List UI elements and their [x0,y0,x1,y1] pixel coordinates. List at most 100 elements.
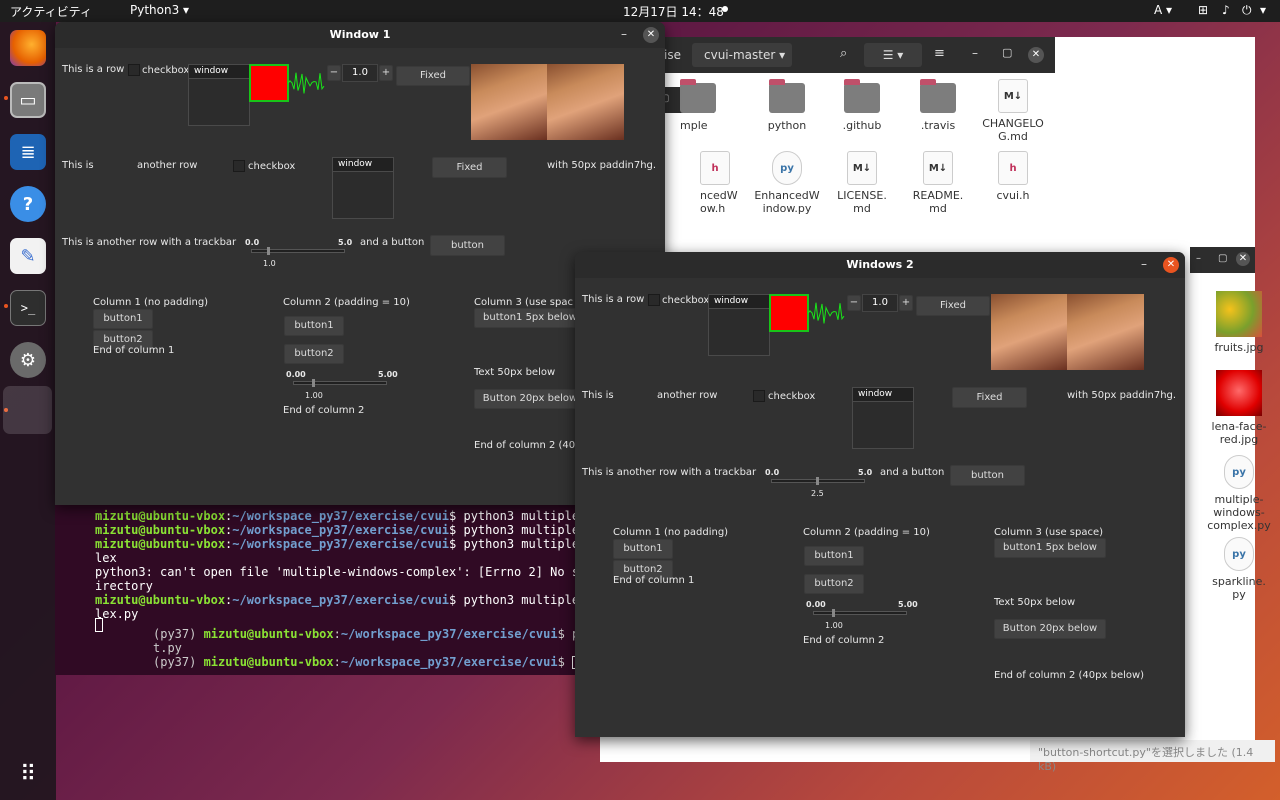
network-icon[interactable]: ⊞ [1198,3,1208,17]
fixed-button[interactable]: Fixed [916,296,990,316]
text-editor-icon[interactable]: ✎ [10,238,46,274]
minimize-icon[interactable]: – [1196,253,1201,264]
file-item[interactable]: h cvui.h [978,151,1048,202]
minimize-icon[interactable]: – [621,27,627,41]
trackbar-handle[interactable] [312,379,315,387]
files-icon[interactable]: ▭ [10,82,46,118]
file-item[interactable]: py EnhancedW indow.py [752,151,822,215]
trackbar[interactable] [293,381,387,385]
counter-minus-button[interactable]: − [847,295,861,311]
file-item[interactable]: M↓ CHANGELO G.md [978,79,1048,143]
column3-button2[interactable]: Button 20px below [994,619,1106,639]
path-segment[interactable]: ise [664,48,681,62]
file-item[interactable]: fruits.jpg [1204,291,1274,354]
search-icon[interactable]: ⌕ [840,46,847,61]
terminal-window[interactable]: mizutu@ubuntu-vbox:~/workspace_py37/exer… [55,495,615,675]
padding-label: with 50px paddin7hg. [547,160,657,171]
column1-button1[interactable]: button1 [613,539,673,559]
column3-button2[interactable]: Button 20px below [474,389,586,409]
writer-icon[interactable]: ≣ [10,134,46,170]
minimize-icon[interactable]: – [972,46,978,60]
help-icon[interactable]: ? [10,186,46,222]
file-item[interactable]: py sparkline. py [1204,537,1274,601]
system-menu-icon[interactable]: ▾ [1260,3,1266,17]
app-menu[interactable]: Python3 ▾ [130,3,189,17]
menu-icon[interactable]: ≡ [934,46,945,61]
close-icon[interactable]: ✕ [643,27,659,43]
column2-button2[interactable]: button2 [804,574,864,594]
mini-window[interactable]: window [188,64,250,126]
settings-icon[interactable]: ⚙ [10,342,46,378]
maximize-icon[interactable]: ▢ [1218,253,1227,264]
fixed-button[interactable]: Fixed [952,387,1027,408]
row-label: This is another row with a trackbar [582,467,757,478]
close-icon[interactable]: ✕ [1163,257,1179,273]
checkbox[interactable] [753,390,765,402]
row-label: This is [62,160,94,171]
close-icon[interactable]: ✕ [1236,252,1250,266]
close-icon[interactable]: ✕ [1028,47,1044,63]
counter-minus-button[interactable]: − [327,65,341,81]
red-rectangle [249,64,289,102]
mini-window[interactable]: window [852,387,914,449]
maximize-icon[interactable]: ▢ [1002,46,1012,59]
column3-button1[interactable]: button1 5px below [994,538,1106,558]
file-item[interactable]: mple [680,79,720,132]
fixed-button[interactable]: Fixed [396,66,470,86]
file-item[interactable]: lena-face- red.jpg [1204,370,1274,446]
column2-button1[interactable]: button1 [804,546,864,566]
input-method[interactable]: A ▾ [1154,3,1172,17]
volume-icon[interactable]: ♪ [1222,3,1230,17]
trackbar-handle[interactable] [267,247,270,255]
python-app-icon[interactable] [3,386,52,434]
trackbar[interactable] [813,611,907,615]
button[interactable]: button [950,465,1025,486]
column1-button1[interactable]: button1 [93,309,153,329]
terminal-icon[interactable]: >_ [10,290,46,326]
power-icon[interactable]: ⏻ [1242,3,1252,18]
button[interactable]: button [430,235,505,256]
terminal-line: lex [95,551,117,565]
column2-button1[interactable]: button1 [284,316,344,336]
mini-window[interactable]: window [332,157,394,219]
counter-plus-button[interactable]: + [899,295,913,311]
mini-window[interactable]: window [708,294,770,356]
minimize-icon[interactable]: – [1141,257,1147,271]
file-item[interactable]: h ncedW ow.h [700,151,740,215]
trackbar[interactable] [251,249,345,253]
header-file-icon: h [700,151,730,185]
firefox-icon[interactable] [10,30,46,66]
view-toggle-icon[interactable]: ☰ ▾ [864,43,922,67]
notification-dot [722,6,728,12]
trackbar-handle[interactable] [832,609,835,617]
cvui-window-2: Windows 2 – ✕ This is a row checkbox windo… [575,252,1185,737]
file-item[interactable]: .github [827,79,897,132]
activities-button[interactable]: アクティビティ [10,3,92,20]
checkbox-label: checkbox [768,391,816,402]
file-item[interactable]: python [752,79,822,132]
trackbar-handle[interactable] [816,477,819,485]
clock[interactable]: 12月17日 14：48 [623,3,724,20]
column-end: End of column 1 [93,345,175,356]
file-item[interactable]: py multiple- windows- complex.py [1204,455,1274,532]
mini-window-title: window [333,158,393,172]
path-current[interactable]: cvui-master ▾ [692,43,792,67]
file-item[interactable]: M↓ LICENSE. md [827,151,897,215]
column-title: Column 1 (no padding) [93,297,209,308]
file-manager-header: ise cvui-master ▾ ⌕ ☰ ▾ ≡ – ▢ ✕ [600,37,1055,73]
counter-value: 1.0 [342,64,378,82]
folder-icon [680,79,716,113]
file-item[interactable]: .travis [903,79,973,132]
column2-button2[interactable]: button2 [284,344,344,364]
trackbar-value: 1.00 [825,621,843,630]
column3-button1[interactable]: button1 5px below [474,308,586,328]
checkbox[interactable] [128,64,140,76]
checkbox[interactable] [233,160,245,172]
checkbox[interactable] [648,294,660,306]
show-apps-icon[interactable]: ⠿ [10,756,46,792]
file-item[interactable]: M↓ README. md [903,151,973,215]
counter-plus-button[interactable]: + [379,65,393,81]
running-dot [4,96,8,100]
row-label: This is [582,390,614,401]
fixed-button[interactable]: Fixed [432,157,507,178]
